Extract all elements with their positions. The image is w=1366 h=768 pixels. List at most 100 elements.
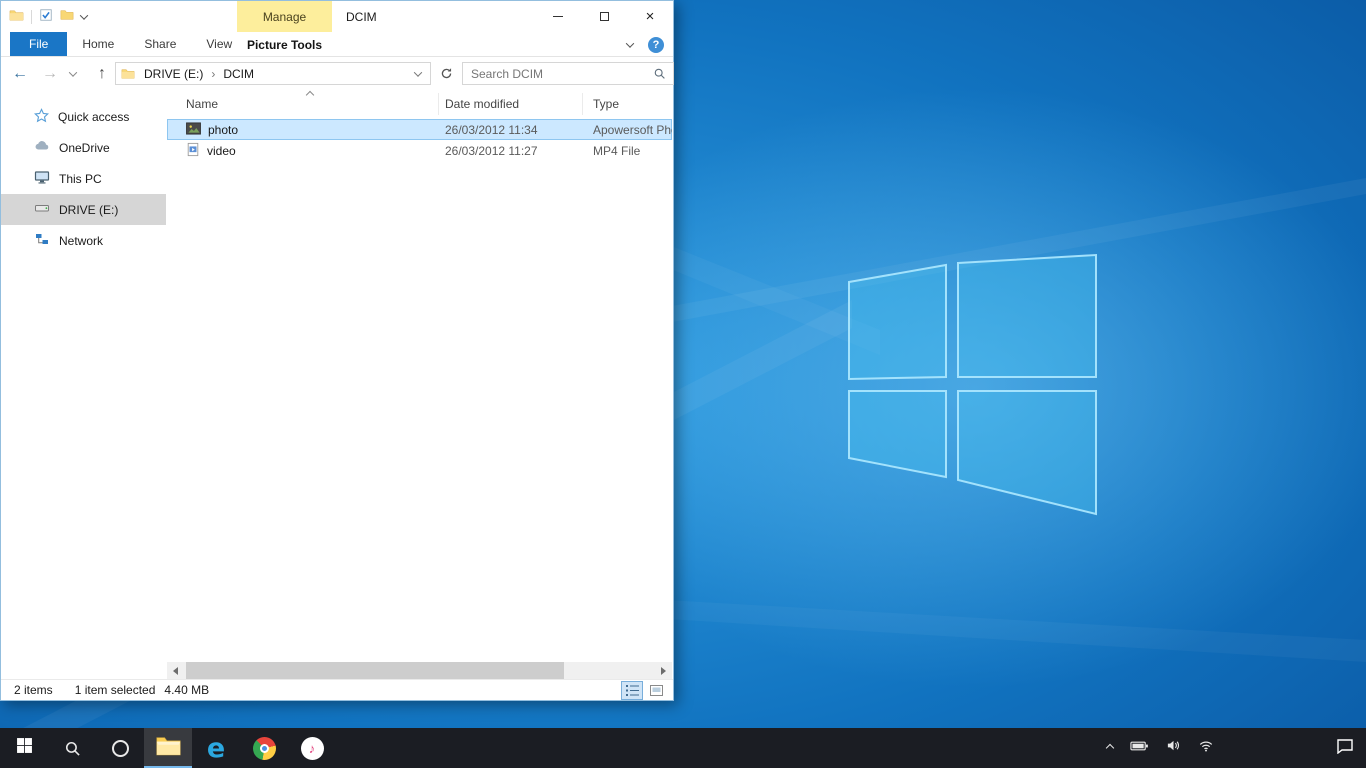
properties-icon[interactable] xyxy=(39,8,53,25)
back-button[interactable]: ← xyxy=(7,61,33,87)
recent-locations-button[interactable] xyxy=(65,61,81,87)
file-name: photo xyxy=(208,123,238,137)
sidebar-item-label: OneDrive xyxy=(59,141,110,155)
details-view-button[interactable] xyxy=(621,681,643,700)
search-box xyxy=(462,62,674,85)
minimize-button[interactable] xyxy=(535,1,581,32)
sidebar-item-quick-access[interactable]: Quick access xyxy=(1,101,166,132)
tab-share[interactable]: Share xyxy=(129,32,191,56)
explorer-system-icon[interactable] xyxy=(9,8,24,26)
scroll-right-button[interactable] xyxy=(655,662,672,679)
column-header-type[interactable]: Type xyxy=(583,93,672,115)
network-icon xyxy=(34,231,50,250)
status-selected-size: 4.40 MB xyxy=(164,683,209,697)
itunes-icon: ♪ xyxy=(301,737,324,760)
sidebar-item-network[interactable]: Network xyxy=(1,225,166,256)
tab-picture-tools[interactable]: Picture Tools xyxy=(237,32,332,57)
file-explorer-window: Manage DCIM × File Home Share View Pictu… xyxy=(0,0,674,701)
toolbar-divider xyxy=(31,10,32,24)
help-button[interactable]: ? xyxy=(648,37,664,53)
forward-button[interactable]: → xyxy=(37,61,63,87)
navigation-pane: Quick access OneDrive This PC DRIVE (E:)… xyxy=(1,101,166,256)
sidebar-item-this-pc[interactable]: This PC xyxy=(1,163,166,194)
customize-quick-access-icon[interactable] xyxy=(80,11,88,19)
column-header-date-modified[interactable]: Date modified xyxy=(439,93,583,115)
large-icons-view-button[interactable] xyxy=(645,681,667,700)
scroll-left-button[interactable] xyxy=(167,662,184,679)
maximize-button[interactable] xyxy=(581,1,627,32)
close-button[interactable]: × xyxy=(627,1,673,32)
breadcrumb-folder[interactable]: DCIM xyxy=(216,63,261,84)
scrollbar-thumb[interactable] xyxy=(186,662,564,679)
taskbar-search-button[interactable] xyxy=(48,728,96,768)
address-toolbar: ← → ↑ DRIVE (E:) › DCIM xyxy=(1,58,673,89)
search-icon[interactable] xyxy=(653,67,666,80)
volume-icon[interactable] xyxy=(1166,738,1181,758)
address-folder-icon xyxy=(121,67,135,81)
tab-file[interactable]: File xyxy=(10,32,67,56)
taskbar-edge-button[interactable]: e xyxy=(192,728,240,768)
taskbar-file-explorer-button[interactable] xyxy=(144,728,192,768)
edge-icon: e xyxy=(207,735,225,762)
ribbon-right-controls: ? xyxy=(627,32,664,57)
file-type: Apowersoft Pho xyxy=(583,123,672,137)
file-type: MP4 File xyxy=(583,144,672,158)
cortana-button[interactable] xyxy=(96,728,144,768)
file-row-photo[interactable]: photo 26/03/2012 11:34 Apowersoft Pho xyxy=(167,119,672,140)
taskbar-itunes-button[interactable]: ♪ xyxy=(288,728,336,768)
sidebar-item-label: Network xyxy=(59,234,103,248)
photo-file-icon xyxy=(186,122,201,138)
video-file-icon xyxy=(186,142,200,160)
system-tray xyxy=(1107,728,1214,768)
network-wifi-icon[interactable] xyxy=(1198,739,1214,758)
windows-logo-icon xyxy=(16,737,33,759)
horizontal-scrollbar[interactable] xyxy=(167,662,672,679)
status-item-count: 2 items xyxy=(14,683,53,697)
column-header-name[interactable]: Name xyxy=(167,93,439,115)
close-icon: × xyxy=(646,8,655,25)
file-name: video xyxy=(207,144,236,158)
sidebar-item-drive-e[interactable]: DRIVE (E:) xyxy=(1,194,166,225)
up-button[interactable]: ↑ xyxy=(89,61,115,87)
search-input[interactable] xyxy=(463,67,653,81)
start-button[interactable] xyxy=(0,728,48,768)
ribbon-tab-manage[interactable]: Manage xyxy=(237,1,332,32)
address-dropdown-icon[interactable] xyxy=(414,68,422,76)
window-title: DCIM xyxy=(346,1,377,32)
cortana-icon xyxy=(112,740,129,757)
drive-icon xyxy=(34,200,50,219)
sidebar-item-label: This PC xyxy=(59,172,102,186)
action-center-button[interactable] xyxy=(1336,728,1354,768)
title-bar[interactable]: Manage DCIM × xyxy=(1,1,673,32)
maximize-icon xyxy=(600,12,609,21)
address-bar[interactable]: DRIVE (E:) › DCIM xyxy=(115,62,431,85)
action-center-icon xyxy=(1336,738,1354,759)
computer-icon xyxy=(34,169,50,188)
file-list: Name Date modified Type photo 26/03/2012… xyxy=(167,89,672,662)
tab-home[interactable]: Home xyxy=(67,32,129,56)
file-explorer-icon xyxy=(156,735,181,761)
new-folder-icon[interactable] xyxy=(60,8,74,25)
battery-icon[interactable] xyxy=(1130,739,1149,757)
search-icon xyxy=(64,740,81,757)
status-bar: 2 items 1 item selected 4.40 MB xyxy=(1,679,673,700)
cloud-icon xyxy=(34,138,50,157)
refresh-button[interactable] xyxy=(435,62,458,85)
sidebar-item-label: Quick access xyxy=(58,110,129,124)
file-date-modified: 26/03/2012 11:27 xyxy=(439,144,583,158)
show-hidden-icons-button[interactable] xyxy=(1106,744,1114,752)
star-icon xyxy=(34,108,49,126)
sidebar-item-onedrive[interactable]: OneDrive xyxy=(1,132,166,163)
scroll-left-icon xyxy=(173,667,178,675)
expand-ribbon-icon[interactable] xyxy=(626,39,634,47)
taskbar-chrome-button[interactable] xyxy=(240,728,288,768)
column-headers: Name Date modified Type xyxy=(167,89,672,119)
file-date-modified: 26/03/2012 11:34 xyxy=(439,123,583,137)
scroll-right-icon xyxy=(661,667,666,675)
sidebar-item-label: DRIVE (E:) xyxy=(59,203,118,217)
file-row-video[interactable]: video 26/03/2012 11:27 MP4 File xyxy=(167,140,672,161)
status-selected-count: 1 item selected xyxy=(75,683,156,697)
chrome-icon xyxy=(253,737,276,760)
window-controls: × xyxy=(535,1,673,32)
breadcrumb-drive[interactable]: DRIVE (E:) xyxy=(137,63,210,84)
